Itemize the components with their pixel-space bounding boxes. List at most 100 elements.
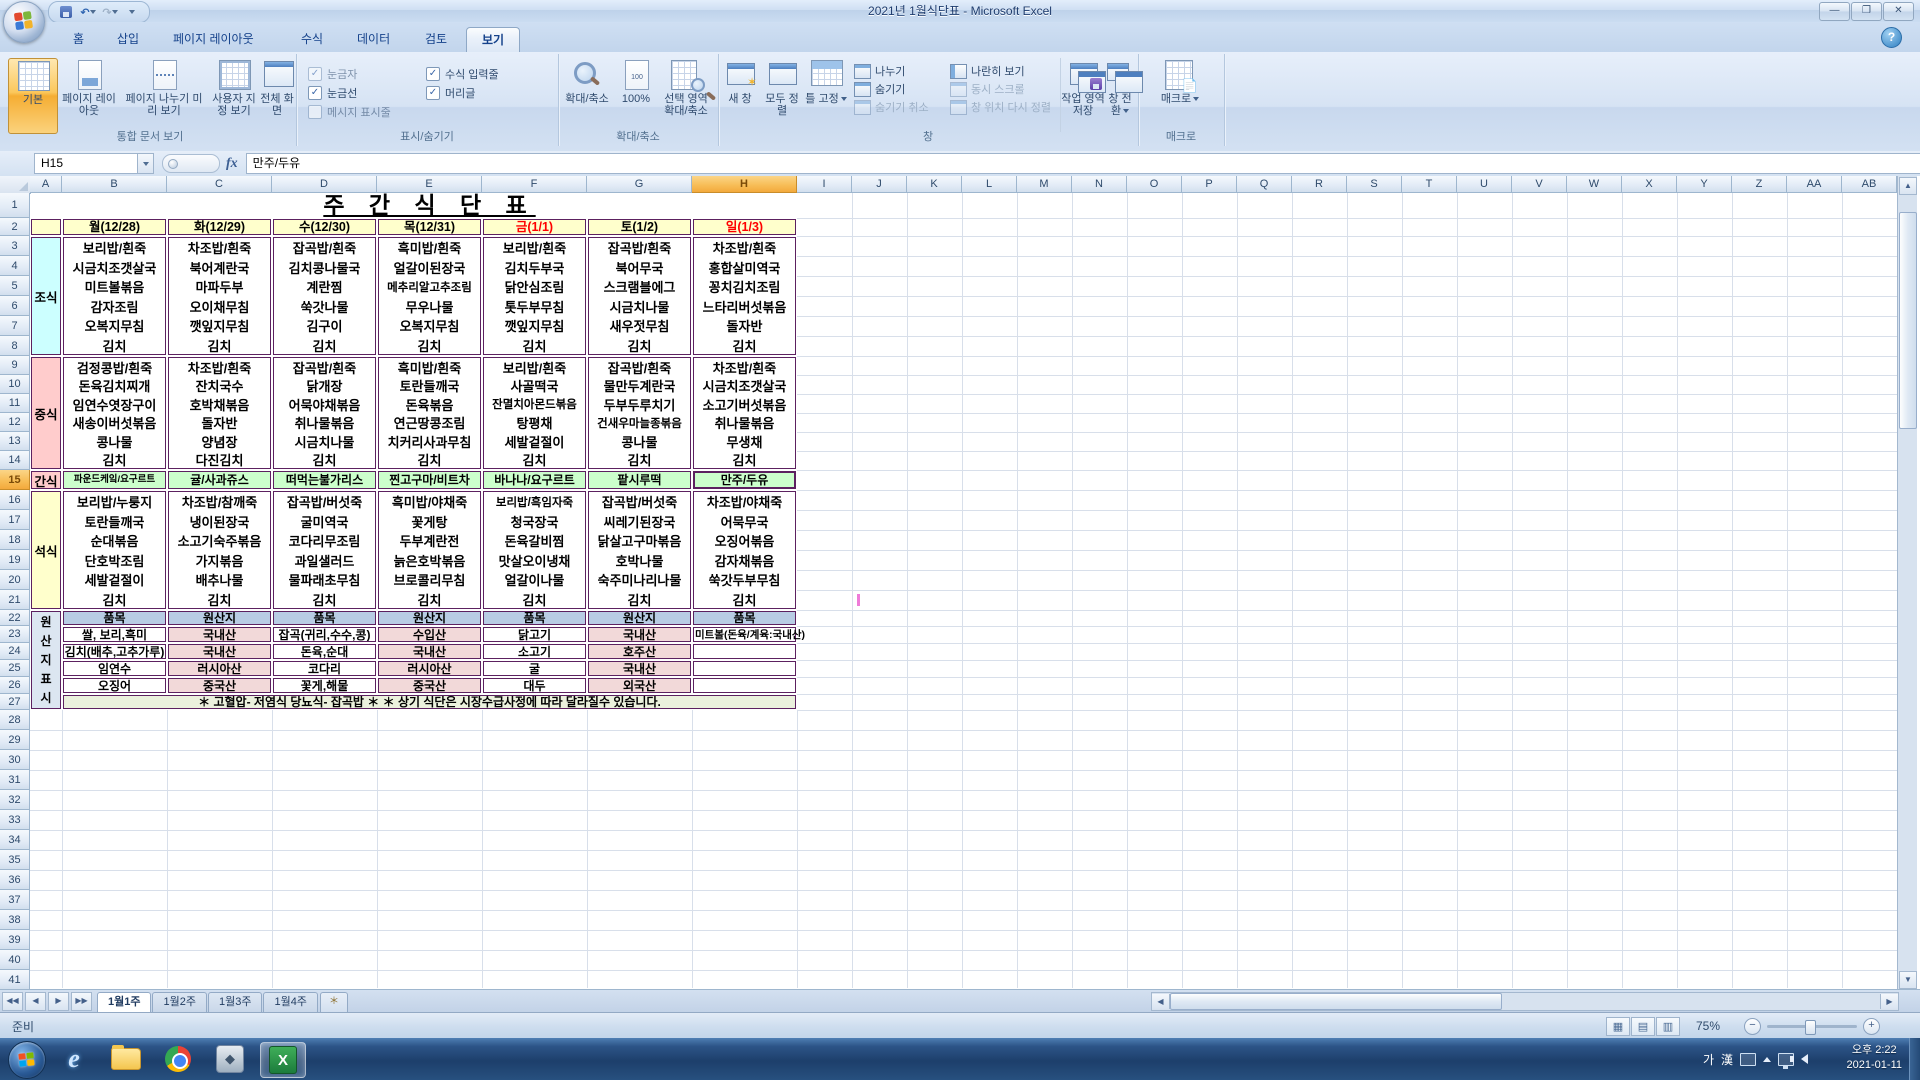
table-cell-breakfast-수(12/30)[interactable]: 잡곡밥/흰죽 김치콩나물국 계란찜 쑥갓나물 김구이 김치 bbox=[273, 237, 376, 355]
table-cell-origin-cell[interactable]: 러시아산 bbox=[378, 661, 481, 676]
row-header-28[interactable]: 28 bbox=[0, 710, 30, 730]
table-cell-dinner-월(12/28)[interactable]: 보리밥/누룽지 토란들깨국 순대볶음 단호박조림 세발겉절이 김치 bbox=[63, 491, 166, 609]
row-header-40[interactable]: 40 bbox=[0, 950, 30, 970]
table-cell-origin-cell[interactable]: 러시아산 bbox=[168, 661, 271, 676]
macros-button[interactable]: 📄 매크로 bbox=[1154, 58, 1206, 132]
checkbox-수식 입력줄[interactable]: ✓ 수식 입력줄 bbox=[426, 64, 499, 83]
table-cell-snack-label[interactable]: 간식 bbox=[31, 471, 61, 489]
row-header-36[interactable]: 36 bbox=[0, 870, 30, 890]
column-header-T[interactable]: T bbox=[1402, 176, 1457, 193]
row-header-4[interactable]: 4 bbox=[0, 256, 30, 276]
table-cell-lunch-금(1/1)[interactable]: 보리밥/흰죽 사골떡국 잔멸치아몬드볶음 탕평채 세발겉절이 김치 bbox=[483, 357, 586, 469]
zoom-to-selection-button[interactable]: 선택 영역 확대/축소 bbox=[658, 58, 714, 132]
page-layout-view-button[interactable]: 페이지 레이아웃 bbox=[60, 58, 118, 132]
table-cell-snack-목(12/31)[interactable]: 찐고구마/비트차 bbox=[378, 471, 481, 489]
table-cell-dinner-일(1/3)[interactable]: 차조밥/야채죽 어묵무국 오징어볶음 감자채볶음 쑥갓두부무침 김치 bbox=[693, 491, 796, 609]
taskbar-clock[interactable]: 오후 2:22 2021-01-11 bbox=[1847, 1043, 1902, 1073]
table-cell-origin-cell[interactable]: 국내산 bbox=[378, 644, 481, 659]
table-cell-origin-header[interactable]: 원산지 bbox=[168, 611, 271, 625]
row-header-13[interactable]: 13 bbox=[0, 432, 30, 451]
table-cell-origin-cell[interactable]: 쌀, 보리,흑미 bbox=[63, 627, 166, 642]
table-cell-origin-cell[interactable]: 오징어 bbox=[63, 678, 166, 693]
full-screen-button[interactable]: 전체 화면 bbox=[260, 58, 294, 132]
column-header-M[interactable]: M bbox=[1017, 176, 1072, 193]
table-cell-snack-수(12/30)[interactable]: 떠먹는불가리스 bbox=[273, 471, 376, 489]
table-cell-breakfast-일(1/3)[interactable]: 차조밥/흰죽 홍합살미역국 꽁치김치조림 느타리버섯볶음 돌자반 김치 bbox=[693, 237, 796, 355]
table-cell-lunch-토(1/2)[interactable]: 잡곡밥/흰죽 물만두계란국 두부두루치기 건새우마늘종볶음 콩나물 김치 bbox=[588, 357, 691, 469]
row-header-7[interactable]: 7 bbox=[0, 316, 30, 336]
zoom-button[interactable]: 확대/축소 bbox=[560, 58, 614, 132]
table-cell-origin-header[interactable]: 원산지 bbox=[378, 611, 481, 625]
row-header-12[interactable]: 12 bbox=[0, 413, 30, 432]
table-cell-lunch-목(12/31)[interactable]: 흑미밥/흰죽 토란들깨국 돈육볶음 연근땅콩조림 치커리사과무침 김치 bbox=[378, 357, 481, 469]
restore-button[interactable]: ❐ bbox=[1851, 2, 1882, 21]
taskbar-explorer-icon[interactable] bbox=[104, 1042, 148, 1076]
column-header-X[interactable]: X bbox=[1622, 176, 1677, 193]
table-cell-lunch-월(12/28)[interactable]: 검정콩밥/흰죽 돈육김치찌개 임연수엿장구이 새송이버섯볶음 콩나물 김치 bbox=[63, 357, 166, 469]
selected-cell-H15[interactable]: 만주/두유 bbox=[693, 471, 796, 489]
language-korean[interactable]: 가 bbox=[1703, 1051, 1714, 1068]
table-cell-day-header-토(1/2)[interactable]: 토(1/2) bbox=[588, 219, 691, 235]
name-box[interactable]: H15 bbox=[34, 153, 138, 174]
column-header-F[interactable]: F bbox=[482, 176, 587, 193]
row-header-24[interactable]: 24 bbox=[0, 643, 30, 660]
table-cell-origin-cell[interactable]: 김치(배추,고추가루) bbox=[63, 644, 166, 659]
table-cell-snack-토(1/2)[interactable]: 팥시루떡 bbox=[588, 471, 691, 489]
table-cell-day-header-금(1/1)[interactable]: 금(1/1) bbox=[483, 219, 586, 235]
sheet-tab-1월2주[interactable]: 1월2주 bbox=[152, 991, 207, 1012]
column-header-S[interactable]: S bbox=[1347, 176, 1402, 193]
table-cell-origin-cell[interactable]: 굴 bbox=[483, 661, 586, 676]
zoom-level[interactable]: 75% bbox=[1696, 1019, 1720, 1033]
row-header-16[interactable]: 16 bbox=[0, 490, 30, 510]
table-cell-origin-cell[interactable]: 코다리 bbox=[273, 661, 376, 676]
formula-input[interactable]: 만주/두유 bbox=[245, 153, 1920, 174]
row-header-30[interactable]: 30 bbox=[0, 750, 30, 770]
taskbar-chrome-icon[interactable] bbox=[156, 1042, 200, 1076]
hidden-icons-caret[interactable] bbox=[1763, 1056, 1771, 1062]
table-cell-lunch-일(1/3)[interactable]: 차조밥/흰죽 시금치조갯살국 소고기버섯볶음 취나물볶음 무생채 김치 bbox=[693, 357, 796, 469]
insert-worksheet-tab[interactable]: ＊ bbox=[319, 991, 348, 1012]
sheet-tab-1월4주[interactable]: 1월4주 bbox=[263, 991, 318, 1012]
table-cell-origin-header[interactable]: 품목 bbox=[693, 611, 796, 625]
ribbon-tab-검토[interactable]: 검토 bbox=[410, 27, 462, 52]
ribbon-tab-삽입[interactable]: 삽입 bbox=[102, 27, 154, 52]
row-header-2[interactable]: 2 bbox=[0, 218, 30, 236]
view-side-by-side-button[interactable]: 나란히 보기 bbox=[950, 62, 1051, 80]
row-header-5[interactable]: 5 bbox=[0, 276, 30, 296]
split-button[interactable]: 나누기 bbox=[854, 62, 929, 80]
column-header-E[interactable]: E bbox=[377, 176, 482, 193]
column-header-K[interactable]: K bbox=[907, 176, 962, 193]
table-cell-breakfast-월(12/28)[interactable]: 보리밥/흰죽 시금치조갯살국 미트볼볶음 감자조림 오복지무침 김치 bbox=[63, 237, 166, 355]
arrange-all-button[interactable]: 모두 정렬 bbox=[762, 58, 802, 132]
row-header-3[interactable]: 3 bbox=[0, 236, 30, 256]
table-cell-day-header-목(12/31)[interactable]: 목(12/31) bbox=[378, 219, 481, 235]
ribbon-tab-홈[interactable]: 홈 bbox=[58, 27, 99, 52]
table-cell-origin-header[interactable]: 원산지 bbox=[588, 611, 691, 625]
row-header-20[interactable]: 20 bbox=[0, 570, 30, 590]
row-header-8[interactable]: 8 bbox=[0, 336, 30, 356]
row-header-22[interactable]: 22 bbox=[0, 610, 30, 626]
column-header-Y[interactable]: Y bbox=[1677, 176, 1732, 193]
table-cell-origin-cell[interactable]: 소고기 bbox=[483, 644, 586, 659]
table-cell-lunch-화(12/29)[interactable]: 차조밥/흰죽 잔치국수 호박채볶음 돌자반 양념장 다진김치 bbox=[168, 357, 271, 469]
minimize-button[interactable]: — bbox=[1819, 2, 1850, 21]
table-cell-breakfast-금(1/1)[interactable]: 보리밥/흰죽 김치두부국 닭안심조림 톳두부무침 깻잎지무침 김치 bbox=[483, 237, 586, 355]
row-header-6[interactable]: 6 bbox=[0, 296, 30, 316]
row-header-11[interactable]: 11 bbox=[0, 394, 30, 413]
row-header-10[interactable]: 10 bbox=[0, 375, 30, 394]
column-header-G[interactable]: G bbox=[587, 176, 692, 193]
ribbon-tab-보기[interactable]: 보기 bbox=[466, 27, 521, 53]
prev-sheet-button[interactable]: ◀ bbox=[25, 992, 46, 1011]
table-cell-dinner-수(12/30)[interactable]: 잡곡밥/버섯죽 굴미역국 코다리무조림 과일샐러드 물파래초무침 김치 bbox=[273, 491, 376, 609]
table-cell-origin-cell[interactable]: 미트볼(돈육/계육:국내산) bbox=[693, 627, 805, 642]
row-header-9[interactable]: 9 bbox=[0, 356, 30, 375]
row-header-34[interactable]: 34 bbox=[0, 830, 30, 850]
ribbon-tab-페이지 레이아웃[interactable]: 페이지 레이아웃 bbox=[158, 27, 269, 52]
table-cell-origin-cell[interactable]: 돈육,순대 bbox=[273, 644, 376, 659]
save-workspace-button[interactable]: 작업 영역 저장 bbox=[1060, 58, 1106, 132]
taskbar-excel-icon[interactable]: X bbox=[260, 1042, 306, 1078]
zoom-out-button[interactable]: − bbox=[1744, 1017, 1761, 1035]
zoom-slider[interactable] bbox=[1767, 1019, 1857, 1035]
row-header-18[interactable]: 18 bbox=[0, 530, 30, 550]
row-header-32[interactable]: 32 bbox=[0, 790, 30, 810]
